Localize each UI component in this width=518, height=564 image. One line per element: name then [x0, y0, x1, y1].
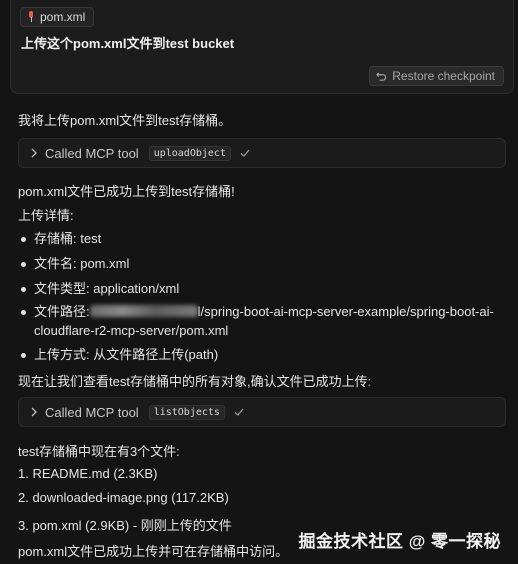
- file-item: 3. pom.xml (2.9KB) - 刚刚上传的文件: [18, 518, 232, 533]
- file-item: 1. README.md (2.3KB): [18, 466, 158, 481]
- file-chip[interactable]: pom.xml: [20, 7, 95, 27]
- file-chip-label: pom.xml: [40, 10, 86, 24]
- tool-name-chip: uploadObject: [148, 145, 231, 161]
- file-item: 2. downloaded-image.png (117.2KB): [18, 490, 229, 505]
- details-heading: 上传详情:: [18, 208, 74, 223]
- detail-list: 文件类型: application/xml: [18, 279, 498, 298]
- check-icon: [234, 408, 244, 416]
- mcp-call-label: Called MCP tool: [45, 404, 139, 420]
- mcp-call-label: Called MCP tool: [45, 145, 139, 161]
- mcp-call-upload[interactable]: Called MCP tool uploadObject: [18, 138, 506, 168]
- restore-checkpoint-button[interactable]: Restore checkpoint: [369, 66, 504, 86]
- detail-list: 存储桶: test: [18, 229, 498, 248]
- restore-label: Restore checkpoint: [392, 69, 495, 83]
- check-icon: [240, 149, 250, 157]
- path-label: 文件路径:: [34, 304, 90, 319]
- mcp-call-list[interactable]: Called MCP tool listObjects: [18, 397, 506, 427]
- success-text: pom.xml文件已成功上传到test存储桶!: [18, 184, 235, 199]
- redacted-path: [89, 305, 198, 317]
- restore-icon: [376, 71, 387, 81]
- detail-filetype: 文件类型: application/xml: [18, 279, 498, 298]
- list-heading: test存储桶中现在有3个文件:: [18, 444, 180, 459]
- detail-filename: 文件名: pom.xml: [18, 254, 498, 273]
- verify-text: 现在让我们查看test存储桶中的所有对象,确认文件已成功上传:: [18, 374, 372, 389]
- chevron-right-icon: [31, 148, 37, 158]
- detail-bucket: 存储桶: test: [18, 229, 498, 248]
- detail-path: 文件路径: l/spring-boot-ai-mcp-server-example…: [18, 302, 498, 340]
- final-text: pom.xml文件已成功上传并可在存储桶中访问。: [18, 544, 289, 559]
- pin-icon: [27, 11, 35, 23]
- detail-list: 文件路径: l/spring-boot-ai-mcp-server-example…: [18, 302, 498, 340]
- detail-list: 文件名: pom.xml: [18, 254, 498, 273]
- prompt-card: pom.xml 上传这个pom.xml文件到test bucket Restor…: [10, 0, 514, 94]
- tool-name-chip: listObjects: [148, 404, 225, 420]
- detail-method: 上传方式: 从文件路径上传(path): [18, 345, 498, 364]
- intro-text: 我将上传pom.xml文件到test存储桶。: [18, 113, 232, 128]
- detail-list: 上传方式: 从文件路径上传(path): [18, 345, 498, 364]
- prompt-text: 上传这个pom.xml文件到test bucket: [21, 36, 235, 51]
- chevron-right-icon: [31, 407, 37, 417]
- watermark: 掘金技术社区 @ 零一探秘: [298, 532, 501, 551]
